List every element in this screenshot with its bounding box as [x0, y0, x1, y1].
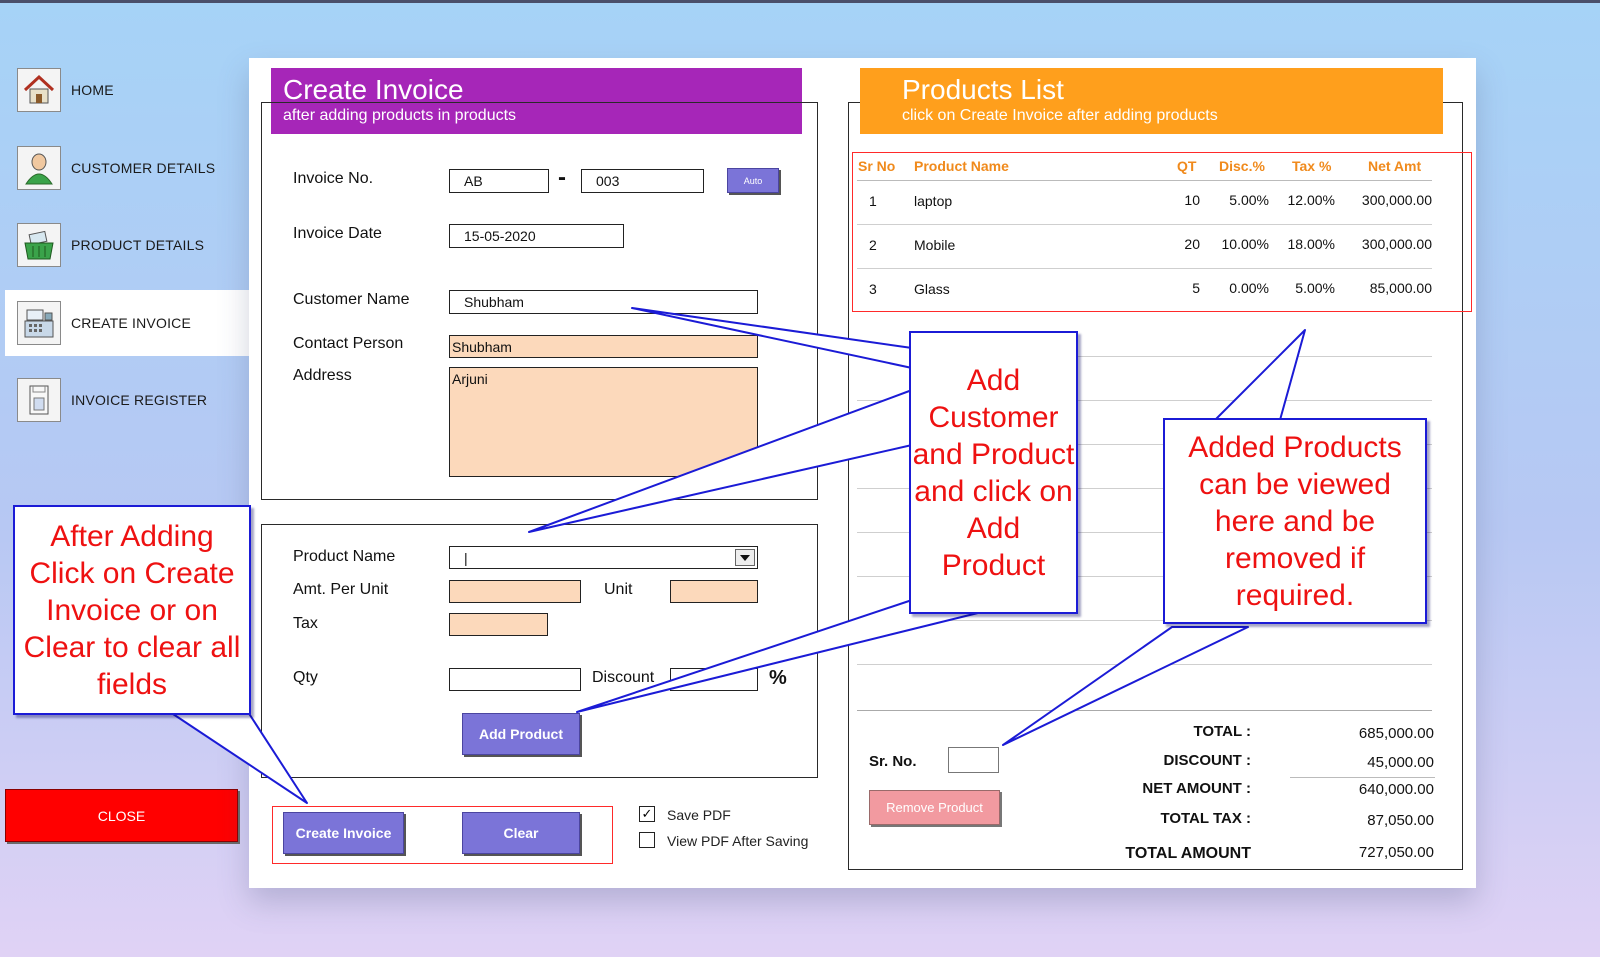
pointer-to-create-invoice: [169, 711, 308, 804]
pointer-to-customer-name: [631, 307, 913, 369]
pointer-to-product-form: [528, 389, 913, 533]
callout-added-products: Added Products can be viewed here and be…: [1163, 418, 1427, 624]
callout-after-adding: After Adding Click on Create Invoice or …: [13, 505, 251, 715]
callout-add-customer: Add Customer and Product and click on Ad…: [909, 331, 1078, 614]
pointer-to-products-table: [1214, 329, 1306, 421]
pointer-to-add-product: [576, 599, 991, 713]
pointer-to-sr-no: [1002, 626, 1249, 746]
